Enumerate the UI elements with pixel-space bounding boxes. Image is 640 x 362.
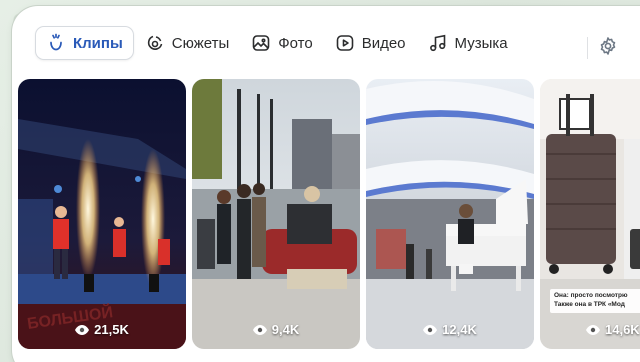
- clip-thumbnail-terrace: [192, 79, 360, 349]
- eye-icon: [252, 324, 267, 335]
- clips-icon: [46, 33, 66, 53]
- eye-icon: [75, 324, 90, 335]
- views-count: 14,6K: [540, 322, 640, 337]
- clip-card[interactable]: 12,4K: [366, 79, 534, 349]
- tab-photo-label: Фото: [278, 34, 313, 52]
- tab-photo[interactable]: Фото: [241, 27, 322, 59]
- views-value: 14,6K: [605, 322, 640, 337]
- views-count: 21,5K: [18, 322, 186, 337]
- views-value: 9,4K: [271, 322, 300, 337]
- tab-music-label: Музыка: [454, 34, 508, 52]
- tabs-divider: [587, 37, 588, 59]
- gear-icon: [598, 36, 618, 61]
- music-icon: [428, 33, 448, 53]
- clip-card[interactable]: 9,4K: [192, 79, 360, 349]
- clip-thumbnail-concert: БОЛЬШОЙ: [18, 79, 186, 349]
- clip-card[interactable]: БОЛЬШОЙ 21,5K: [18, 79, 186, 349]
- settings-button[interactable]: [596, 36, 620, 60]
- tab-video-label: Видео: [361, 34, 406, 52]
- eye-icon: [423, 324, 438, 335]
- clip-caption: Она: просто посмотрю Также она в ТРК «Мо…: [550, 289, 640, 313]
- photo-icon: [251, 33, 271, 53]
- tab-stories[interactable]: Сюжеты: [135, 27, 239, 59]
- clip-card[interactable]: Она: просто посмотрю Также она в ТРК «Мо…: [540, 79, 640, 349]
- clip-thumbnail-mall-piano: [366, 79, 534, 349]
- caption-line: Она: просто посмотрю: [554, 292, 628, 299]
- views-count: 9,4K: [192, 322, 360, 337]
- views-value: 12,4K: [442, 322, 477, 337]
- views-value: 21,5K: [94, 322, 129, 337]
- tab-stories-label: Сюжеты: [171, 34, 230, 52]
- eye-icon: [586, 324, 600, 335]
- media-tabs: Клипы Сюжеты Фото Видео Музыка: [36, 26, 518, 60]
- tab-clips-label: Клипы: [73, 34, 123, 52]
- video-icon: [335, 33, 355, 53]
- views-count: 12,4K: [366, 322, 534, 337]
- stories-icon: [145, 33, 165, 53]
- tab-video[interactable]: Видео: [325, 27, 416, 59]
- media-card: Клипы Сюжеты Фото Видео Музыка БОЛЬШОЙ 2…: [12, 6, 640, 362]
- tab-music[interactable]: Музыка: [418, 27, 518, 59]
- caption-line: Также она в ТРК «Мод: [554, 300, 625, 308]
- clips-grid: БОЛЬШОЙ 21,5K 9,4K 12,4K Она: просто пос…: [18, 79, 640, 349]
- tab-clips[interactable]: Клипы: [36, 27, 133, 59]
